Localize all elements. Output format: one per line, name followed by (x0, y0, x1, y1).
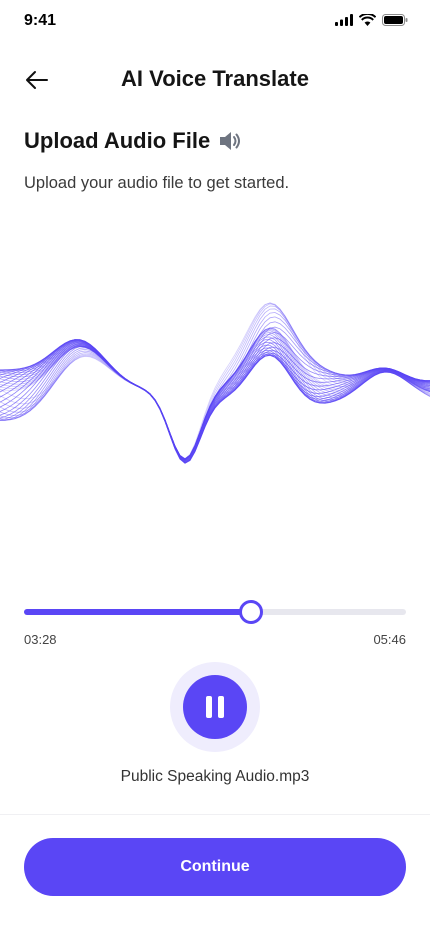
divider (0, 814, 430, 815)
signal-icon (335, 14, 353, 26)
pause-icon (203, 696, 227, 718)
status-icons (335, 14, 408, 26)
status-bar: 9:41 (0, 0, 430, 44)
total-time: 05:46 (373, 632, 406, 647)
battery-icon (382, 14, 408, 26)
current-time: 03:28 (24, 632, 57, 647)
section-title: Upload Audio File (24, 128, 211, 153)
file-name: Public Speaking Audio.mp3 (120, 768, 310, 785)
audio-waveform (0, 302, 430, 464)
wifi-icon (359, 14, 376, 26)
waveform-strand (0, 303, 430, 462)
progress-thumb[interactable] (239, 600, 264, 624)
play-pause-wrapper (170, 662, 260, 752)
status-time: 9:41 (24, 12, 57, 29)
section-subtitle: Upload your audio file to get started. (24, 174, 290, 192)
waveform-strand (0, 305, 430, 463)
continue-button[interactable]: Continue (24, 838, 406, 896)
progress-fill (24, 609, 252, 615)
audio-progress-slider[interactable] (24, 600, 406, 624)
waveform-strand (0, 308, 430, 463)
waveform-strand (0, 326, 430, 464)
header: AI Voice Translate (0, 54, 430, 106)
page-title: AI Voice Translate (121, 66, 309, 91)
speaker-icon (220, 132, 241, 150)
pause-button[interactable] (183, 675, 247, 739)
section-title-row: Upload Audio File (24, 128, 242, 154)
